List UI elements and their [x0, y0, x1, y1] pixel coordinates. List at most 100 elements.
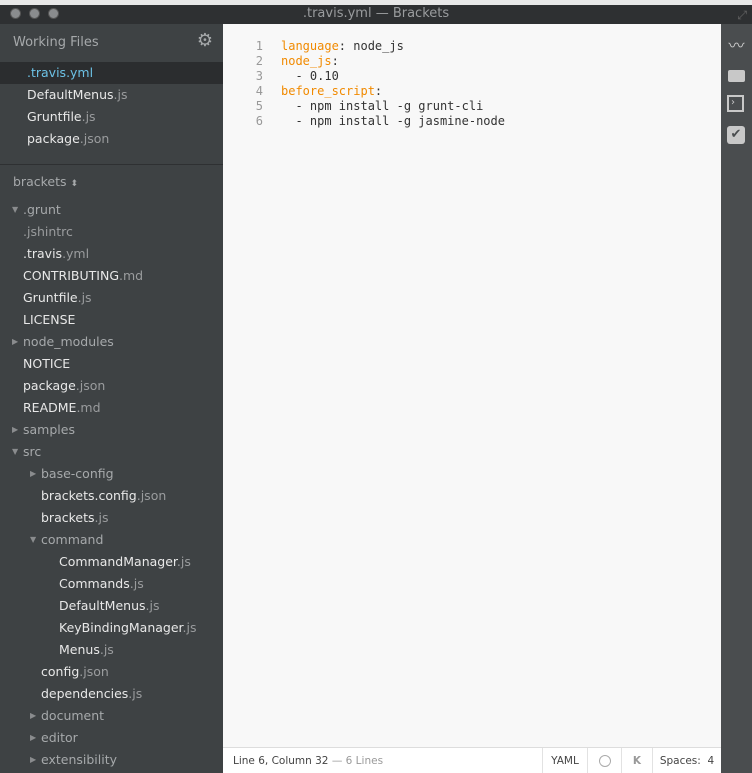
tree-file[interactable]: package.json	[0, 375, 223, 397]
file-name: .travis	[27, 65, 67, 80]
project-dropdown[interactable]: brackets ⬍	[0, 165, 223, 198]
file-name: CONTRIBUTING	[23, 268, 120, 283]
working-file-item[interactable]: DefaultMenus.js	[0, 84, 223, 106]
caret-right-icon[interactable]: ▶	[30, 463, 36, 485]
tree-file[interactable]: CONTRIBUTING.md	[0, 265, 223, 287]
line-text: - npm install -g grunt-cli	[263, 99, 483, 114]
tree-file[interactable]: README.md	[0, 397, 223, 419]
file-extension: .json	[136, 488, 167, 503]
sidebar: Working Files ⚙ .travis.yml DefaultMenus.…	[0, 24, 223, 773]
file-extension: .md	[119, 268, 144, 283]
tree-folder[interactable]: ▶ base-config	[0, 463, 223, 485]
live-preview-icon[interactable]: 〰	[727, 36, 746, 55]
tree-file[interactable]: KeyBindingManager.js	[0, 617, 223, 639]
gear-icon[interactable]: ⚙	[197, 30, 213, 51]
close-window-button[interactable]	[10, 8, 21, 19]
line-text: - npm install -g jasmine-node	[263, 114, 505, 129]
file-name: command	[41, 532, 104, 547]
file-name: .grunt	[23, 202, 61, 217]
file-name: LICENSE	[23, 312, 76, 327]
tree-file[interactable]: NOTICE	[0, 353, 223, 375]
linter-status[interactable]	[587, 748, 621, 773]
tree-file[interactable]: dependencies.js	[0, 683, 223, 705]
caret-right-icon[interactable]: ▶	[30, 749, 36, 771]
k-icon[interactable]: K	[621, 748, 652, 773]
fullscreen-icon[interactable]: ⤢	[737, 7, 747, 24]
tree-file[interactable]: Menus.js	[0, 639, 223, 661]
tree-file[interactable]: brackets.js	[0, 507, 223, 529]
tree-file[interactable]: config.json	[0, 661, 223, 683]
yaml-key: before_script	[281, 84, 375, 98]
line-text: before_script:	[263, 84, 382, 99]
circle-icon	[598, 754, 611, 767]
working-file-item[interactable]: package.json	[0, 128, 223, 150]
file-extension: .js	[99, 642, 114, 657]
tree-folder[interactable]: ▼ .grunt	[0, 199, 223, 221]
tree-file[interactable]: Gruntfile.js	[0, 287, 223, 309]
tree-folder[interactable]: ▼ command	[0, 529, 223, 551]
file-extension: .json	[79, 664, 109, 679]
tree-folder[interactable]: ▶ document	[0, 705, 223, 727]
tree-folder[interactable]: ▼ src	[0, 441, 223, 463]
tree-file[interactable]: DefaultMenus.js	[0, 595, 223, 617]
file-name: KeyBindingManager	[59, 620, 183, 635]
tree-folder[interactable]: ▶ editor	[0, 727, 223, 749]
line-rest: - npm install -g jasmine-node	[281, 114, 505, 128]
project-name: brackets	[13, 174, 67, 189]
working-file-item[interactable]: .travis.yml	[0, 62, 223, 84]
tree-file[interactable]: LICENSE	[0, 309, 223, 331]
window-title: .travis.yml — Brackets	[302, 6, 450, 21]
language-selector[interactable]: YAML	[542, 748, 587, 773]
caret-right-icon[interactable]: ▶	[12, 419, 18, 441]
line-number: 3	[255, 69, 263, 83]
file-extension: .js	[176, 554, 191, 569]
file-extension: .js	[129, 576, 144, 591]
file-extension: .js	[113, 87, 128, 102]
file-name: dependencies	[41, 686, 129, 701]
caret-right-icon[interactable]: ▶	[30, 705, 36, 727]
file-name: DefaultMenus	[59, 598, 146, 613]
zoom-window-button[interactable]	[48, 8, 59, 19]
tree-file[interactable]: .jshintrc	[0, 221, 223, 243]
caret-right-icon[interactable]: ▶	[12, 331, 18, 353]
file-name: base-config	[41, 466, 114, 481]
file-name: CommandManager	[59, 554, 177, 569]
file-name: Menus	[59, 642, 100, 657]
terminal-icon[interactable]: ›	[727, 95, 746, 114]
file-name: editor	[41, 730, 78, 745]
tree-file[interactable]: Commands.js	[0, 573, 223, 595]
tree-file[interactable]: .travis.yml	[0, 243, 223, 265]
line-rest: - 0.10	[281, 69, 339, 83]
working-files-header: Working Files ⚙	[0, 24, 223, 62]
file-name: extensibility	[41, 752, 118, 767]
file-name: NOTICE	[23, 356, 71, 371]
file-name: config	[41, 664, 80, 679]
caret-down-icon[interactable]: ▼	[30, 529, 36, 551]
tree-folder[interactable]: ▶ samples	[0, 419, 223, 441]
tree-folder[interactable]: ▶ node_modules	[0, 331, 223, 353]
line-text: - 0.10	[263, 69, 339, 84]
working-file-item[interactable]: Gruntfile.js	[0, 106, 223, 128]
checkmark-icon[interactable]: ✔	[727, 126, 746, 145]
code-line: 5 - npm install -g grunt-cli	[223, 99, 721, 114]
line-rest: :	[374, 84, 383, 98]
minimize-window-button[interactable]	[29, 8, 40, 19]
code-line: 1 language: node_js	[223, 39, 721, 54]
k-label: K	[632, 754, 642, 767]
caret-down-icon[interactable]: ▼	[12, 199, 18, 221]
caret-down-icon[interactable]: ▼	[12, 441, 18, 463]
file-extension: .js	[81, 109, 96, 124]
extension-manager-icon[interactable]	[727, 65, 746, 84]
caret-right-icon[interactable]: ▶	[30, 727, 36, 749]
tree-file[interactable]: CommandManager.js	[0, 551, 223, 573]
file-name: Gruntfile	[27, 109, 82, 124]
file-extension: .yml	[66, 65, 94, 80]
file-name: brackets	[41, 510, 95, 525]
title-bar: .travis.yml — Brackets ⤢	[0, 5, 752, 24]
tree-file[interactable]: brackets.config.json	[0, 485, 223, 507]
code-editor[interactable]: 1 language: node_js 2 node_js: 3 - 0.10 4 befo…	[223, 24, 721, 747]
tree-folder[interactable]: ▶ extensibility	[0, 749, 223, 771]
file-extension: .js	[94, 510, 109, 525]
indent-selector[interactable]: Spaces: 4	[652, 748, 721, 773]
yaml-key: node_js	[281, 54, 332, 68]
